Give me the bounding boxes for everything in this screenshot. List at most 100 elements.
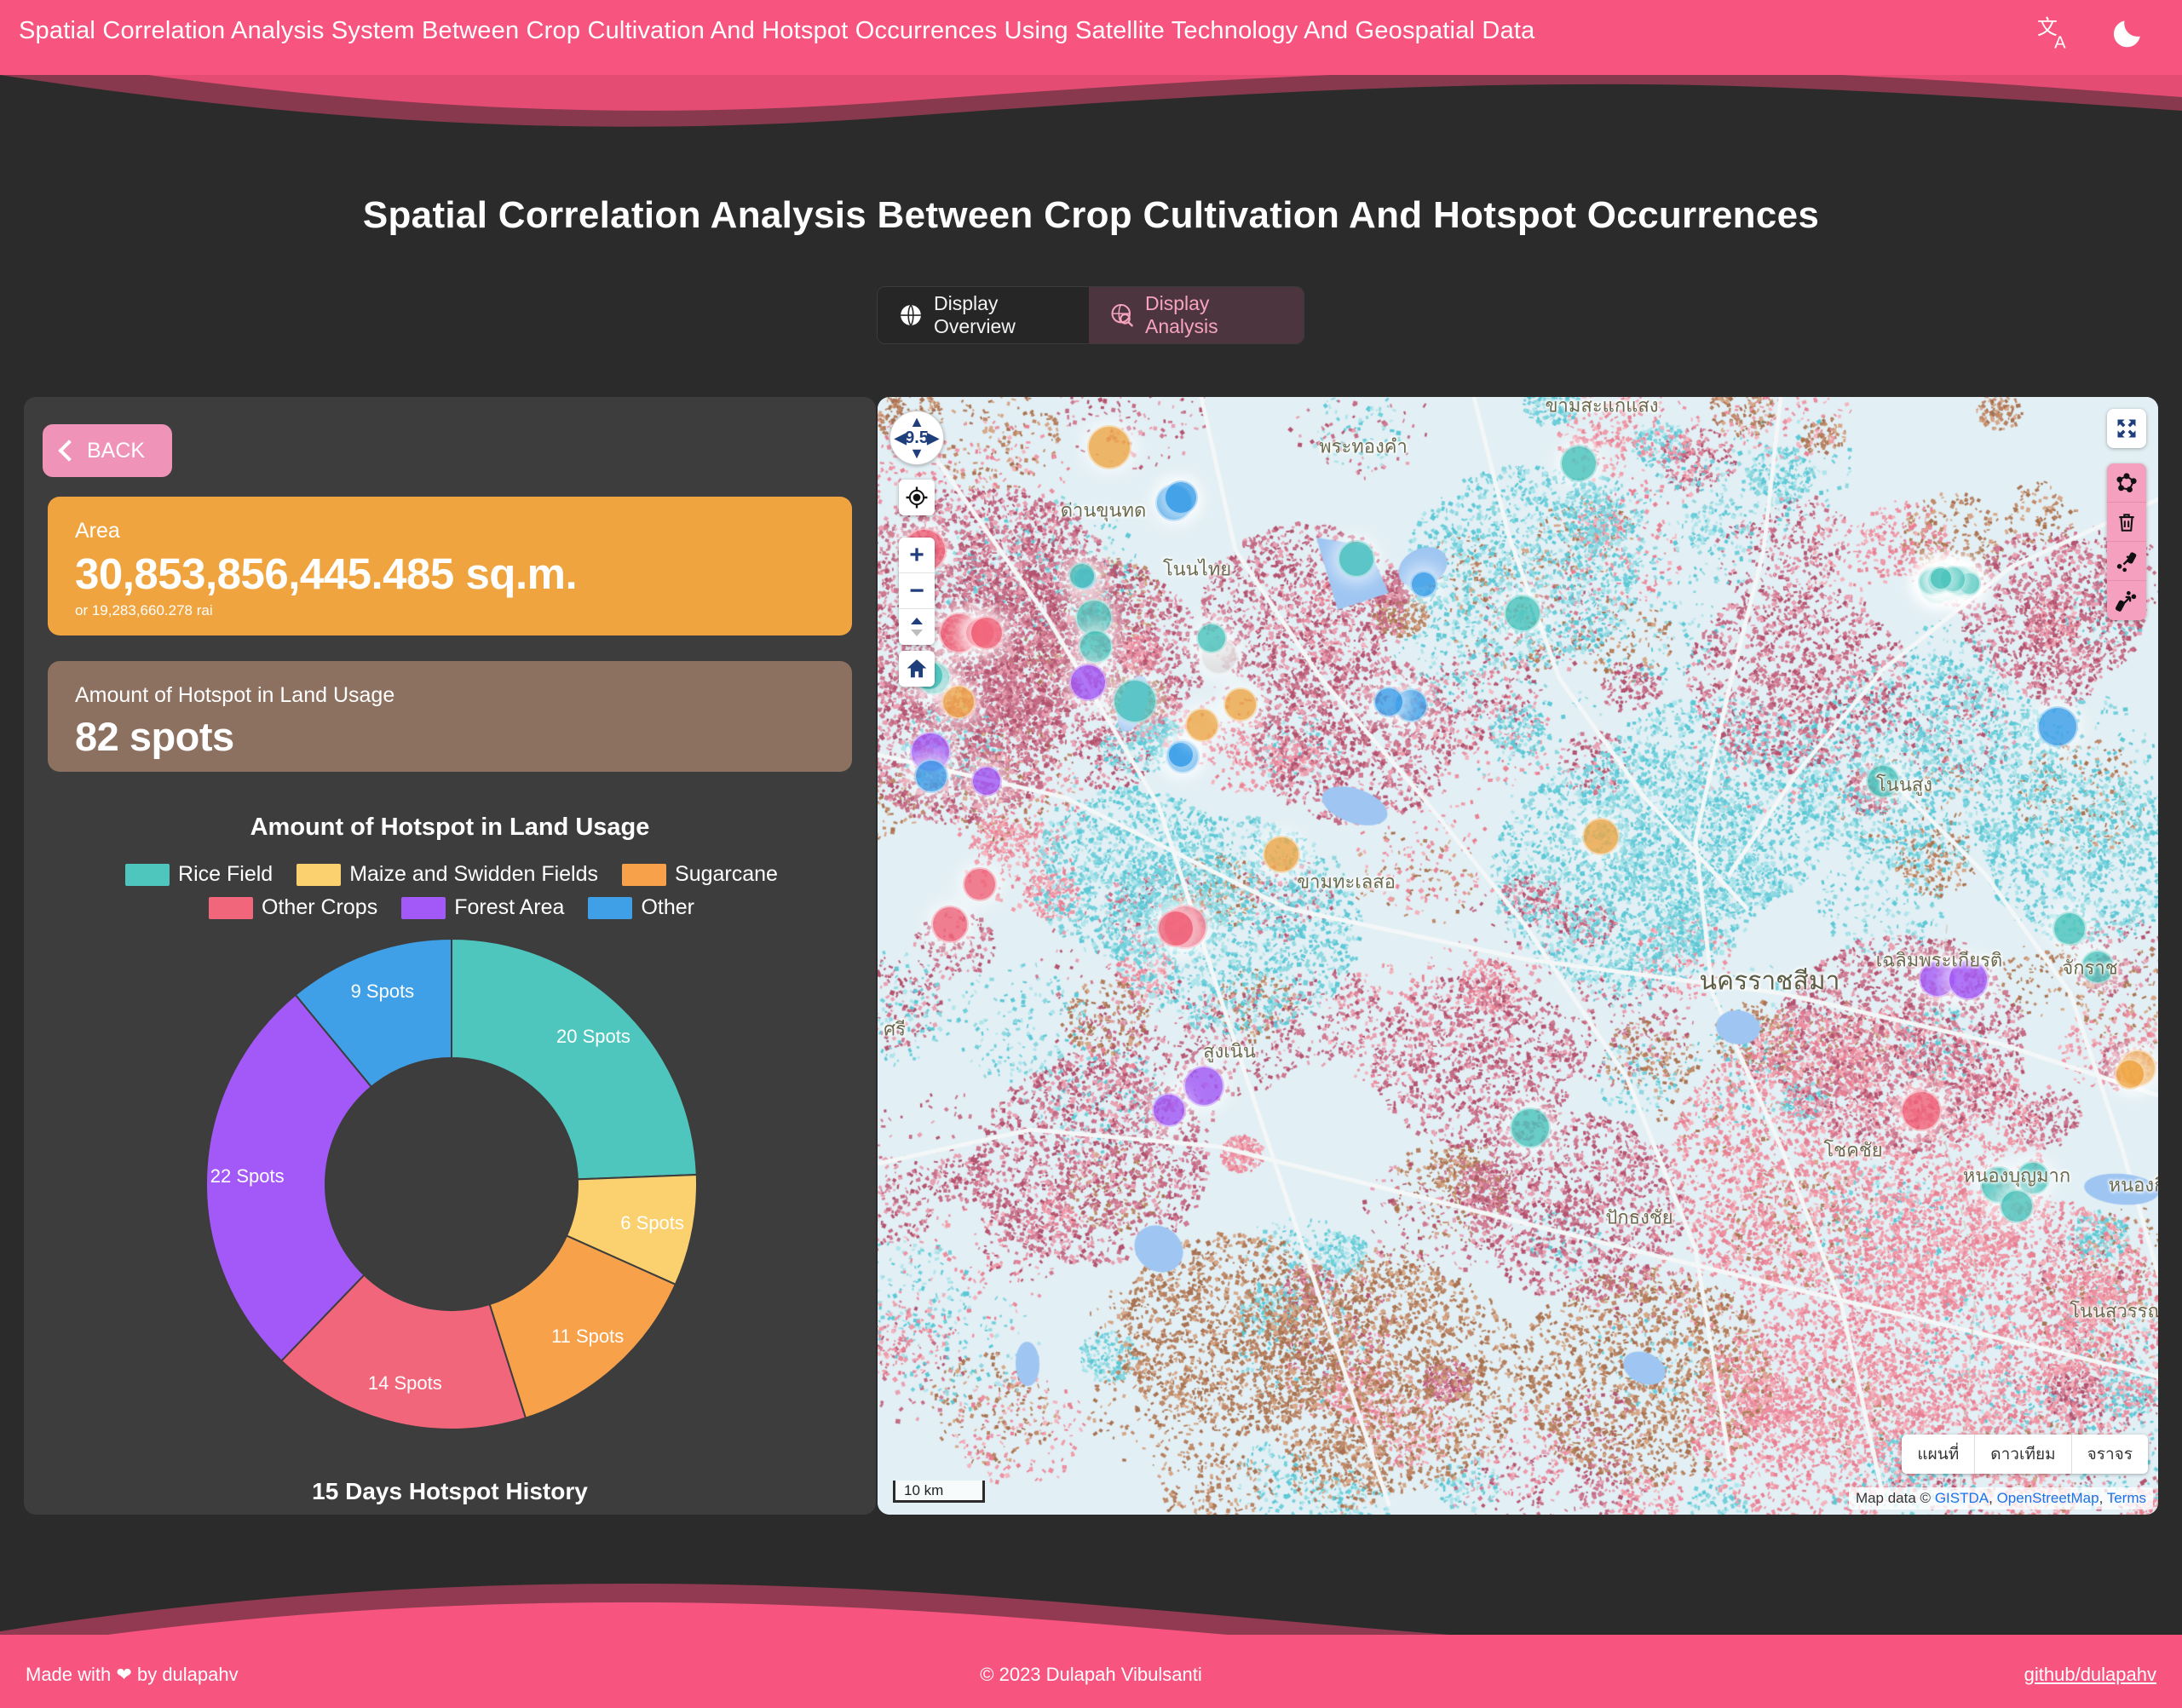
chart-title: Amount of Hotspot in Land Usage [250,814,650,841]
hotspot-count-label: Amount of Hotspot in Land Usage [75,683,395,707]
map-hotspot-marker[interactable] [1373,687,1404,717]
moon-icon[interactable] [2110,14,2148,51]
map-hotspot-marker[interactable] [1263,836,1300,873]
layer-button-traffic[interactable]: จราจร [2072,1435,2148,1474]
map-hotspot-marker[interactable] [1087,425,1131,469]
map-hotspot-marker[interactable] [1079,630,1113,664]
chart-legend-row: Rice Field Maize and Swidden Fields Sugarc… [85,862,818,887]
move-selection-out-icon[interactable] [2107,542,2146,581]
legend-label: Other Crops [262,895,378,919]
donut-slice[interactable] [451,937,698,1181]
tab-display-analysis[interactable]: Display Analysis [1089,287,1304,343]
map-hotspot-marker[interactable] [1183,1066,1224,1107]
map-hotspot-marker[interactable] [2037,706,2078,747]
draw-polygon-icon[interactable] [2107,463,2146,503]
tilt-button[interactable] [899,609,935,645]
map-hotspot-marker[interactable] [971,766,1002,796]
map-hotspot-marker[interactable] [1069,664,1107,701]
legend-item[interactable]: Rice Field [125,862,273,887]
map-hotspot-marker[interactable] [1338,540,1375,578]
map-zoom-controls: + − [899,538,935,645]
map-hotspot-marker[interactable] [1157,910,1195,947]
map-hotspot-marker[interactable] [1504,595,1541,632]
tab-display-overview[interactable]: Display Overview [878,287,1089,343]
legend-item[interactable]: Sugarcane [622,862,778,887]
legend-item[interactable]: Maize and Swidden Fields [296,862,598,887]
hotspot-count-value: 82 spots [75,714,234,759]
map-hotspot-marker[interactable] [1510,1107,1551,1148]
legend-label: Rice Field [178,862,273,886]
back-button[interactable]: BACK [43,424,172,477]
map-hotspot-marker[interactable] [1948,959,1989,1000]
chart-subtitle: 15 Days Hotspot History [312,1478,588,1504]
map-hotspot-marker[interactable] [2081,950,2115,984]
map-hotspot-marker[interactable] [1582,818,1620,855]
map-draw-tools [2107,463,2146,620]
map-hotspot-marker[interactable] [914,759,948,793]
map-hotspot-marker[interactable] [941,685,976,719]
legend-item[interactable]: Forest Area [401,895,564,920]
map-canvas[interactable] [878,397,2158,1515]
legend-item[interactable]: Other Crops [209,895,377,920]
hotspot-count-card: Amount of Hotspot in Land Usage 82 spots [48,661,852,772]
map-hotspot-marker[interactable] [1152,1093,1186,1127]
tab-display-overview-label: Display Overview [934,292,1016,337]
map-hotspot-marker[interactable] [931,906,969,943]
attribution-link-terms[interactable]: Terms [2107,1490,2146,1506]
app-header: Spatial Correlation Analysis System Betw… [0,0,2182,75]
back-button-label: BACK [87,438,146,463]
map-hotspot-marker[interactable] [1901,1090,1942,1131]
map-hotspot-marker[interactable] [2052,912,2087,946]
view-mode-toggle: Display Overview Display Analysis [877,286,1304,344]
legend-label: Sugarcane [675,862,778,886]
map-hotspot-marker[interactable] [963,867,997,901]
map-hotspot-marker[interactable] [1185,708,1219,742]
legend-label: Forest Area [454,895,565,919]
layer-button-map[interactable]: แผนที่ [1902,1435,1976,1474]
chart-legend: Rice Field Maize and Swidden Fields Sugarc… [85,862,818,920]
footer-github-link[interactable]: github/dulapahv [2024,1664,2156,1686]
legend-label: Maize and Swidden Fields [349,862,599,886]
map-hotspot-marker[interactable] [2000,1189,2034,1223]
compass-icon[interactable]: ▲ ◀ 9.5 ▶ ▼ [889,411,944,465]
map-panel[interactable]: ด่านขุนทด พระทองคำ ขามสะแกแสง โนนไทย โนนสูงข… [878,397,2158,1515]
map-hotspot-marker[interactable] [1223,687,1258,722]
trash-icon[interactable] [2107,503,2146,542]
map-attribution: Map data © GISTDA, OpenStreetMap, Terms [1848,1487,2153,1510]
globe-icon [901,304,921,326]
attribution-link-gistda[interactable]: GISTDA [1935,1490,1989,1506]
home-icon[interactable] [899,651,935,687]
fullscreen-icon[interactable] [2107,409,2146,448]
map-hotspot-marker[interactable] [1866,764,1900,798]
translate-icon[interactable]: 文 A [2037,14,2075,51]
layer-button-satellite[interactable]: ดาวเทียม [1975,1435,2072,1474]
map-hotspot-marker[interactable] [1068,562,1096,589]
map-scale-label: 10 km [904,1481,944,1498]
map-hotspot-marker[interactable] [2115,1059,2145,1090]
area-card-label: Area [75,519,120,543]
map-hotspot-marker[interactable] [1560,445,1598,482]
attribution-prefix: Map data © [1855,1490,1932,1506]
legend-swatch [209,896,254,919]
map-hotspot-marker[interactable] [1164,480,1198,515]
move-selection-in-icon[interactable] [2107,581,2146,620]
zoom-out-button[interactable]: − [899,573,935,609]
legend-swatch [125,863,170,886]
map-layer-buttons: แผนที่ ดาวเทียม จราจร [1902,1435,2148,1474]
attribution-link-osm[interactable]: OpenStreetMap [1997,1490,2099,1506]
map-hotspot-marker[interactable] [1410,571,1437,598]
legend-swatch [588,896,633,919]
zoom-in-button[interactable]: + [899,538,935,573]
map-hotspot-marker[interactable] [1113,679,1157,723]
map-hotspot-marker[interactable] [1167,741,1195,768]
area-card: Area 30,853,856,445.485 sq.m. or 19,283,… [48,497,852,635]
map-hotspot-marker[interactable] [1196,623,1227,653]
app-title: Spatial Correlation Analysis System Betw… [19,17,1535,44]
map-hotspot-marker[interactable] [970,616,1004,650]
my-location-icon[interactable] [899,480,935,515]
legend-item[interactable]: Other [588,895,694,920]
donut-svg [205,937,698,1430]
globe-search-icon [1111,303,1133,327]
map-hotspot-marker[interactable] [1929,566,1953,590]
footer-copyright: © 2023 Dulapah Vibulsanti [980,1664,1202,1685]
